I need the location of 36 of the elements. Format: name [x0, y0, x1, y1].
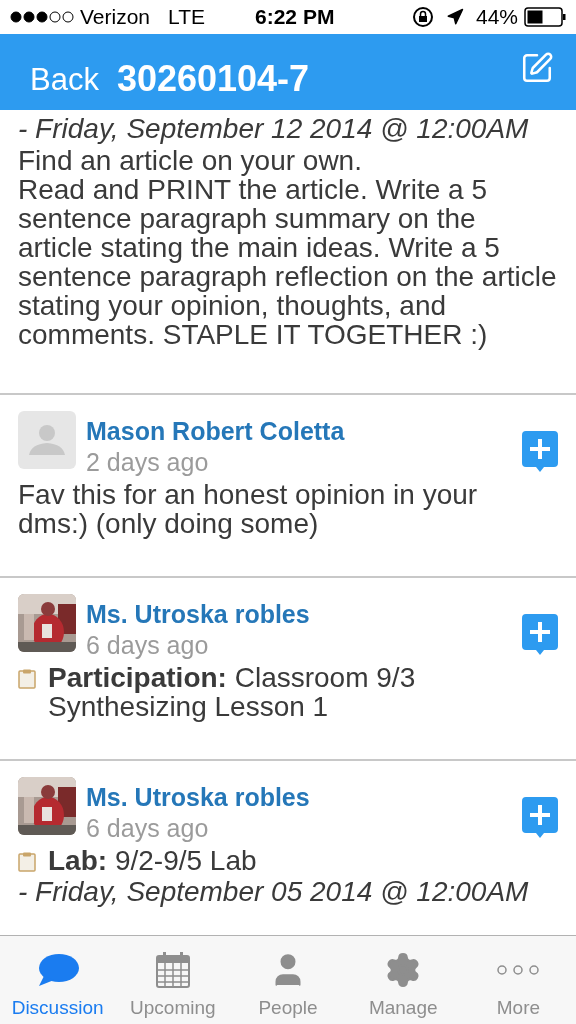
assignment-text: Participation: Classroom 9/3 Synthesizing Lesson 1 — [48, 663, 417, 721]
due-date: - Friday, September 12 2014 @ 12:00AM — [18, 112, 530, 146]
tab[interactable]: Manage — [345, 936, 461, 1024]
author-link[interactable]: Ms. Utroska robles — [86, 599, 310, 630]
due-date: - Friday, September 05 2014 @ 12:00AM — [18, 875, 530, 909]
clock-time: 6:22 PM — [255, 4, 335, 31]
page-title: 30260104-7 — [116, 57, 310, 101]
clipboard-icon — [18, 669, 36, 689]
battery-icon — [524, 7, 566, 27]
more-icon — [496, 963, 541, 976]
post-time: 6 days ago — [86, 813, 210, 844]
post-time: 2 days ago — [86, 447, 210, 478]
add-comment-button[interactable] — [522, 431, 558, 473]
post-time: 6 days ago — [86, 630, 210, 661]
avatar-placeholder-icon — [18, 411, 76, 469]
tab[interactable]: More — [460, 936, 576, 1024]
post-body: Find an article on your own. Read and PRINT the article. Write a 5 sentence paragraph summary on the article stating the main ideas. Write a 5 sentence paragraph reflection on the article stating your opinion, thoughts, and comments. STAPLE IT TOGETHER :) — [18, 146, 558, 349]
tab[interactable]: Discussion — [0, 936, 116, 1024]
post-body: Fav this for an honest opinion in your dms:) (only doing some) — [18, 480, 479, 538]
carrier-name: Verizon — [80, 4, 151, 31]
compose-button[interactable] — [520, 51, 554, 85]
add-comment-button[interactable] — [522, 797, 558, 839]
back-button[interactable]: Back — [30, 56, 99, 104]
tab[interactable]: People — [230, 936, 346, 1024]
author-link[interactable]: Ms. Utroska robles — [86, 782, 310, 813]
clipboard-icon — [18, 852, 36, 872]
rotation-lock-icon — [411, 6, 434, 28]
location-arrow-icon — [445, 8, 464, 26]
author-link[interactable]: Mason Robert Coletta — [86, 416, 345, 447]
add-comment-button[interactable] — [522, 614, 558, 656]
tab[interactable]: Upcoming — [115, 936, 231, 1024]
network-type: LTE — [168, 4, 205, 31]
battery-percent: 44% — [475, 4, 518, 31]
assignment-text: Lab: 9/2-9/5 Lab — [48, 846, 258, 875]
signal-icon — [10, 11, 74, 23]
calendar-icon — [155, 951, 190, 988]
